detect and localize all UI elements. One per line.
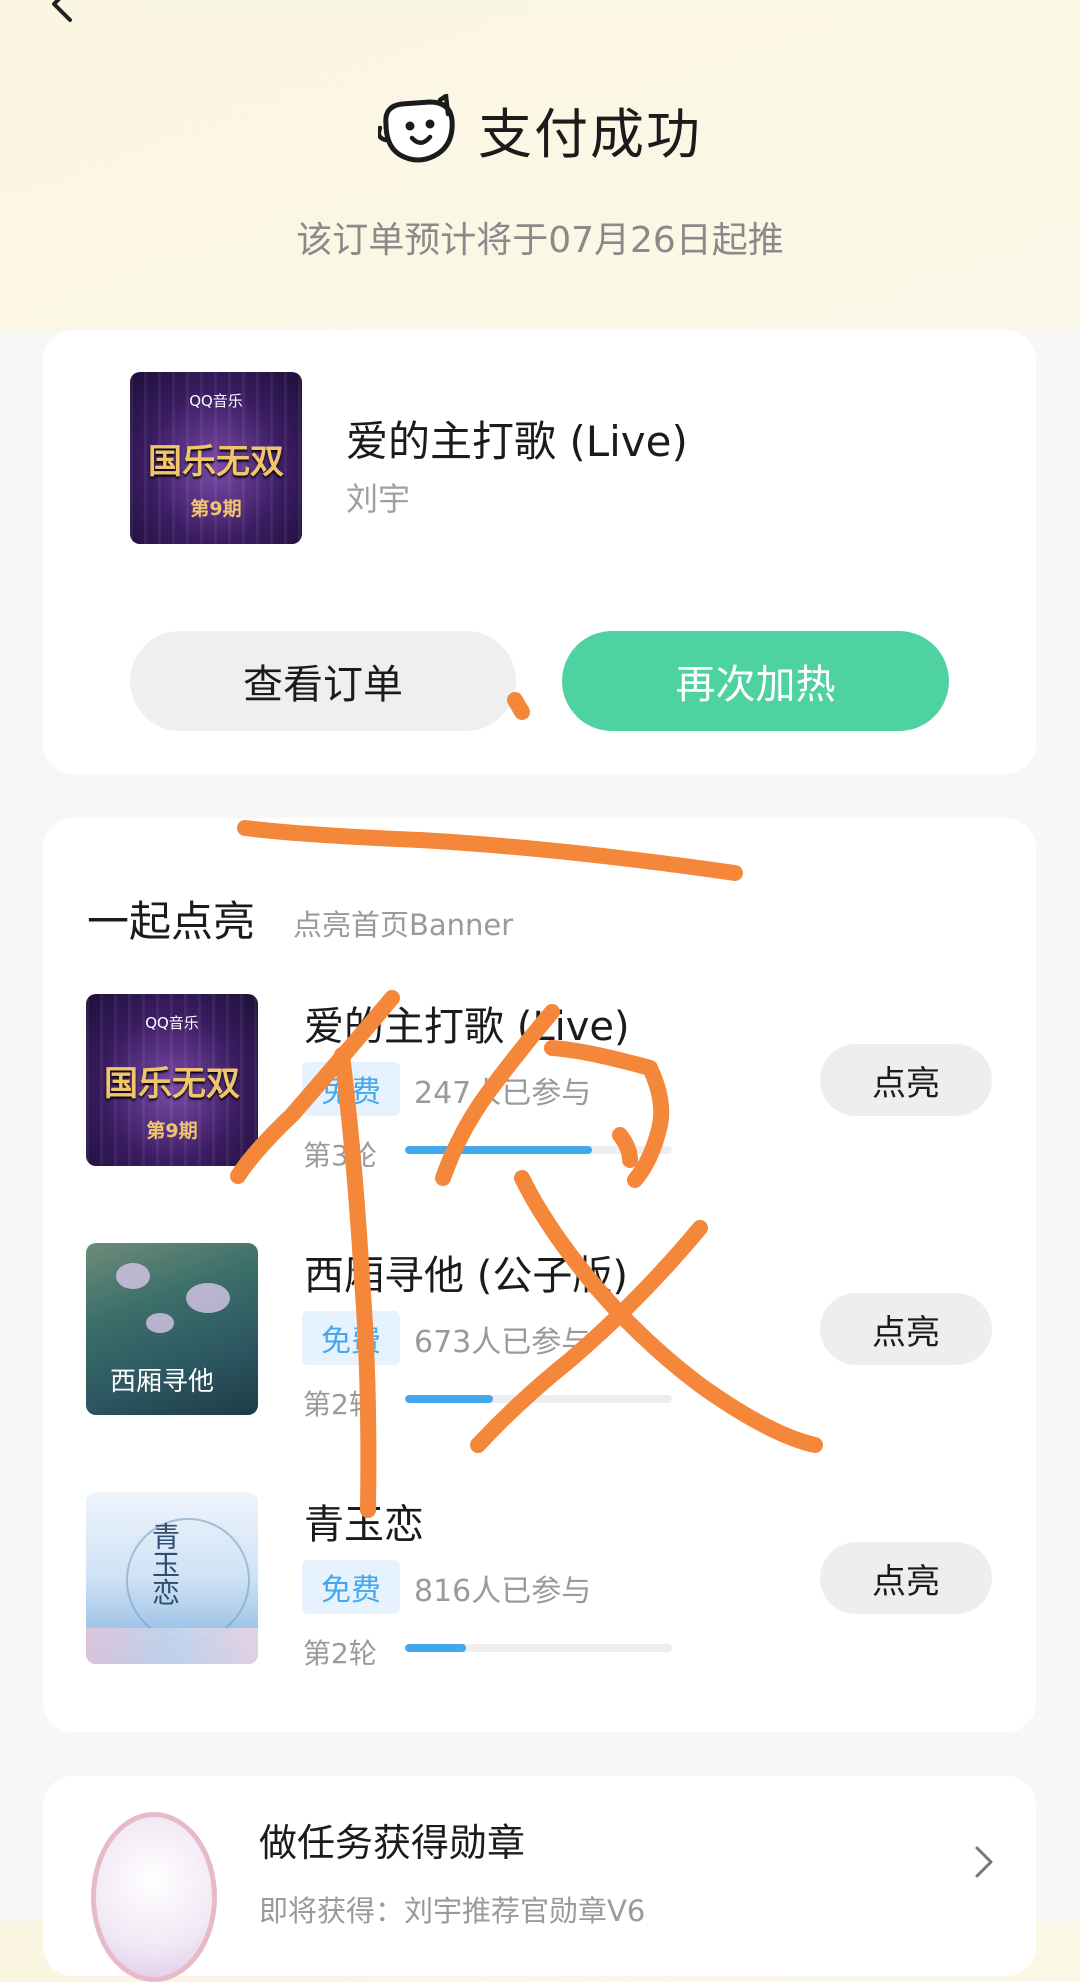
light-up-card: 一起点亮 点亮首页Banner QQ音乐 国乐无双 第9期 爱的主打歌 (Liv… bbox=[43, 818, 1036, 1732]
cover-decoration bbox=[86, 1628, 258, 1664]
order-card: QQ音乐 国乐无双 第9期 爱的主打歌 (Live) 刘宇 查看订单 再次加热 bbox=[43, 330, 1036, 774]
push-date-notice: 该订单预计将于07月26日起推 bbox=[296, 220, 784, 261]
progress-fill bbox=[405, 1395, 494, 1403]
progress-fill bbox=[405, 1644, 467, 1652]
song-name: 爱的主打歌 (Live) bbox=[304, 1004, 630, 1050]
chevron-right-icon bbox=[975, 1846, 993, 1878]
cover-calligraphy: 西厢寻他 bbox=[110, 1367, 215, 1397]
round-label: 第3轮 bbox=[303, 1139, 377, 1172]
free-badge: 免费 bbox=[302, 1560, 400, 1614]
payment-result-header: 支付成功 该订单预计将于07月26日起推 bbox=[0, 90, 1080, 263]
song-name: 青玉恋 bbox=[304, 1502, 424, 1548]
cover-show-title: 国乐无双 bbox=[148, 442, 284, 482]
page-title: 支付成功 bbox=[478, 103, 702, 166]
mascot-icon bbox=[378, 93, 455, 162]
participant-count: 247人已参与 bbox=[414, 1076, 592, 1111]
song-cover: 西厢寻他 bbox=[86, 1243, 258, 1415]
light-up-item: QQ音乐 国乐无双 第9期 爱的主打歌 (Live) 免费 247人已参与 第3… bbox=[43, 994, 1036, 1172]
song-name: 西厢寻他 (公子版) bbox=[304, 1253, 628, 1299]
qq-music-logo: QQ音乐 bbox=[189, 392, 243, 410]
cover-decoration bbox=[186, 1283, 230, 1313]
light-up-item: 青玉恋 青玉恋 免费 816人已参与 第2轮 点亮 bbox=[43, 1492, 1036, 1670]
song-cover: 青玉恋 bbox=[86, 1492, 258, 1664]
progress-bar bbox=[405, 1146, 672, 1154]
qq-music-logo: QQ音乐 bbox=[145, 1014, 199, 1032]
view-order-button[interactable]: 查看订单 bbox=[130, 631, 516, 731]
task-title: 做任务获得勋章 bbox=[259, 1821, 526, 1865]
cover-decoration bbox=[116, 1263, 150, 1289]
round-label: 第2轮 bbox=[303, 1637, 377, 1670]
progress-bar bbox=[405, 1395, 672, 1403]
free-badge: 免费 bbox=[302, 1311, 400, 1365]
light-up-button[interactable]: 点亮 bbox=[820, 1044, 992, 1116]
free-badge: 免费 bbox=[302, 1062, 400, 1116]
round-label: 第2轮 bbox=[303, 1388, 377, 1421]
cover-issue: 第9期 bbox=[146, 1120, 198, 1142]
cover-decoration bbox=[146, 1313, 174, 1333]
cover-show-title: 国乐无双 bbox=[104, 1064, 240, 1104]
order-song-artist: 刘宇 bbox=[346, 480, 411, 518]
medal-avatar bbox=[91, 1812, 217, 1982]
order-song-title: 爱的主打歌 (Live) bbox=[346, 417, 688, 466]
light-up-item: 西厢寻他 西厢寻他 (公子版) 免费 673人已参与 第2轮 点亮 bbox=[43, 1243, 1036, 1421]
participant-count: 673人已参与 bbox=[414, 1325, 592, 1360]
song-cover: QQ音乐 国乐无双 第9期 bbox=[86, 994, 258, 1166]
progress-bar bbox=[405, 1644, 672, 1652]
task-card[interactable]: 做任务获得勋章 即将获得：刘宇推荐官勋章V6 bbox=[43, 1776, 1036, 1982]
task-subtitle: 即将获得：刘宇推荐官勋章V6 bbox=[259, 1894, 646, 1928]
light-up-title: 一起点亮 bbox=[87, 897, 256, 946]
boost-again-button[interactable]: 再次加热 bbox=[562, 631, 949, 731]
light-up-button[interactable]: 点亮 bbox=[820, 1293, 992, 1365]
progress-fill bbox=[405, 1146, 592, 1154]
back-arrow-icon[interactable] bbox=[44, 0, 80, 22]
participant-count: 816人已参与 bbox=[414, 1574, 592, 1609]
cover-issue: 第9期 bbox=[190, 498, 242, 520]
light-up-subtitle: 点亮首页Banner bbox=[293, 908, 514, 942]
light-up-button[interactable]: 点亮 bbox=[820, 1542, 992, 1614]
cover-calligraphy: 青玉恋 bbox=[148, 1522, 181, 1606]
order-song-cover: QQ音乐 国乐无双 第9期 bbox=[130, 372, 302, 544]
